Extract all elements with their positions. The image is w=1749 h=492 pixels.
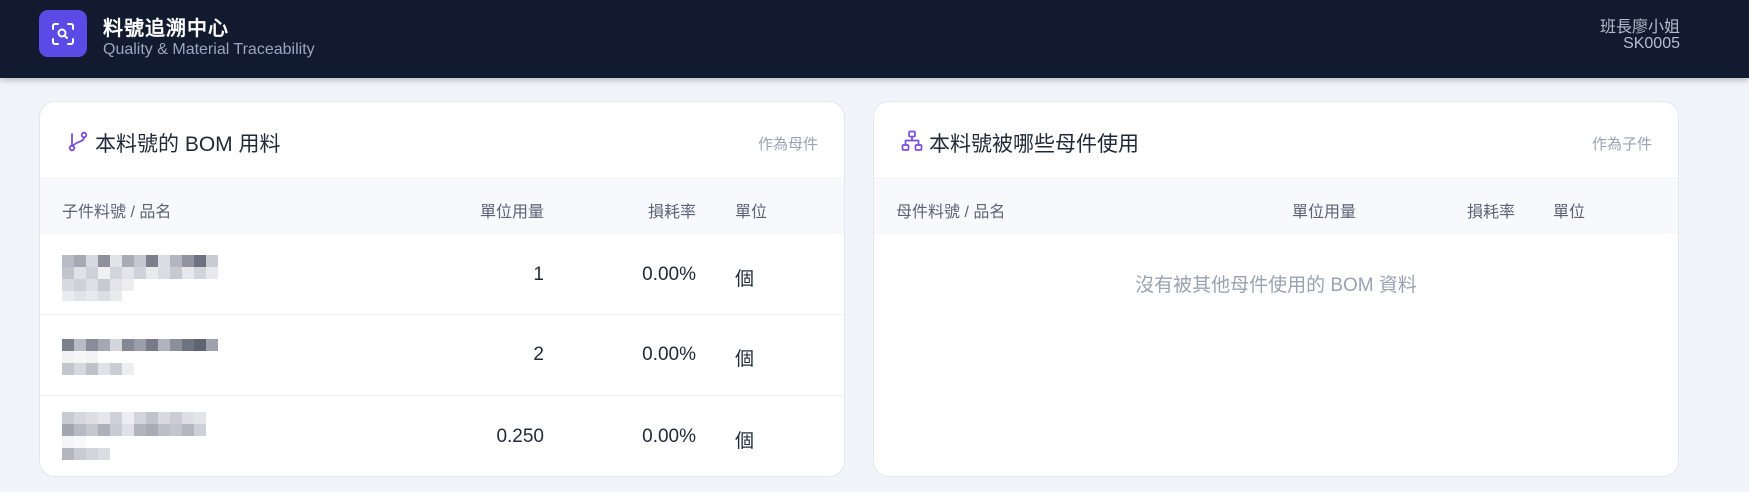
column-header-child-part: 子件料號 / 品名 [62,204,172,221]
bom-card-header: 本料號的 BOM 用料 作為母件 [40,102,844,179]
user-id: SK0005 [1623,35,1680,52]
app-title: 料號追溯中心 [103,18,229,40]
scan-search-icon[interactable] [39,10,87,57]
bom-card-title: 本料號的 BOM 用料 [95,133,281,156]
unit-qty-value: 1 [533,264,544,285]
unit-qty-value: 2 [533,344,544,365]
where-used-card-role: 作為子件 [1591,136,1652,153]
user-name: 班長廖小姐 [1599,19,1680,36]
unit-value: 個 [735,269,755,290]
bom-card: 本料號的 BOM 用料 作為母件 子件料號 / 品名 單位用量 損耗率 單位 1… [39,101,845,477]
column-header-unit-qty: 單位用量 [479,204,544,221]
redacted-part-number [62,412,208,460]
loss-rate-value: 0.00% [642,344,696,365]
redacted-part-number [62,339,220,375]
where-used-table-header: 母件料號 / 品名 單位用量 損耗率 單位 [874,180,1678,234]
empty-state-message: 沒有被其他母件使用的 BOM 資料 [1135,275,1417,296]
git-branch-icon [68,131,88,152]
where-used-card: 本料號被哪些母件使用 作為子件 母件料號 / 品名 單位用量 損耗率 單位 沒有… [873,101,1679,477]
table-row[interactable]: 2 0.00% 個 [40,315,844,396]
loss-rate-value: 0.00% [642,264,696,285]
where-used-card-header: 本料號被哪些母件使用 作為子件 [874,102,1678,179]
where-used-card-title: 本料號被哪些母件使用 [929,133,1139,156]
unit-value: 個 [735,349,755,370]
app-subtitle: Quality & Material Traceability [103,41,315,58]
sitemap-icon [901,130,923,151]
unit-value: 個 [735,431,755,452]
column-header-unit-qty: 單位用量 [1291,204,1356,221]
top-bar: 料號追溯中心 Quality & Material Traceability 班… [0,0,1749,78]
bom-table-header: 子件料號 / 品名 單位用量 損耗率 單位 [40,180,844,234]
bom-card-role: 作為母件 [757,136,818,153]
column-header-unit: 單位 [735,204,768,221]
loss-rate-value: 0.00% [642,426,696,447]
column-header-unit: 單位 [1553,204,1586,221]
unit-qty-value: 0.250 [496,426,544,447]
redacted-part-number [62,255,220,301]
table-row[interactable]: 1 0.00% 個 [40,234,844,315]
table-row[interactable]: 0.250 0.00% 個 [40,396,844,476]
column-header-parent-part: 母件料號 / 品名 [896,204,1006,221]
column-header-loss-rate: 損耗率 [647,204,696,221]
column-header-loss-rate: 損耗率 [1466,204,1515,221]
